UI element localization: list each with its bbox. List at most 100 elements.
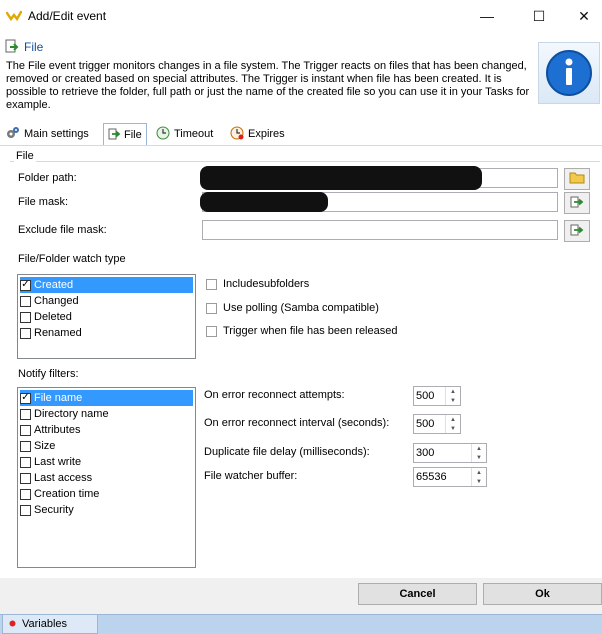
checkbox[interactable] xyxy=(20,488,31,500)
checkbox[interactable] xyxy=(20,456,31,468)
checkbox[interactable] xyxy=(20,295,31,307)
duplicate-delay-stepper[interactable]: 300 ▲ ▼ xyxy=(413,443,487,463)
insert-variable-button[interactable] xyxy=(564,192,590,214)
watch-type-label: File/Folder watch type xyxy=(18,253,126,265)
checkbox[interactable] xyxy=(20,311,31,323)
checkbox[interactable] xyxy=(206,302,217,314)
checkbox[interactable] xyxy=(20,440,31,452)
ok-button[interactable]: Ok xyxy=(483,583,602,605)
trigger-released-option[interactable]: Trigger when file has been released xyxy=(206,325,397,337)
stepper-up-icon[interactable]: ▲ xyxy=(446,415,460,424)
checkbox-checked[interactable]: ✓ xyxy=(20,279,31,291)
stepper-up-icon[interactable]: ▲ xyxy=(446,387,460,396)
exclude-mask-label: Exclude file mask: xyxy=(18,224,107,236)
redacted-value xyxy=(200,166,482,190)
folder-icon xyxy=(569,171,585,187)
tab-label: Expires xyxy=(248,128,285,140)
arrow-icon xyxy=(570,196,584,211)
tab-expires[interactable]: Expires xyxy=(230,124,285,144)
notify-filters-list[interactable]: ✓ File name Directory name Attributes Si… xyxy=(17,387,196,568)
gears-icon xyxy=(6,126,20,143)
duplicate-delay-label: Duplicate file delay (milliseconds): xyxy=(204,446,370,458)
red-dot-icon xyxy=(9,618,16,630)
checkbox[interactable] xyxy=(20,504,31,516)
watch-type-list[interactable]: ✓ Created Changed Deleted Renamed xyxy=(17,274,196,359)
minimize-button[interactable]: — xyxy=(464,0,510,32)
stepper-value: 65536 xyxy=(416,471,447,483)
list-item-label: Created xyxy=(34,279,74,291)
exclude-mask-input[interactable] xyxy=(202,220,558,240)
stepper-down-icon[interactable]: ▼ xyxy=(446,396,460,405)
group-separator xyxy=(10,161,600,162)
tab-strip-border xyxy=(0,145,602,146)
list-item-label: Renamed xyxy=(34,327,82,339)
checkbox[interactable] xyxy=(20,408,31,420)
checkbox[interactable] xyxy=(20,327,31,339)
buffer-stepper[interactable]: 65536 ▲ ▼ xyxy=(413,467,487,487)
list-item[interactable]: Creation time xyxy=(20,486,193,502)
list-item[interactable]: Renamed xyxy=(20,325,193,341)
clock-stop-icon xyxy=(230,126,244,143)
stepper-up-icon[interactable]: ▲ xyxy=(472,468,486,477)
checkbox[interactable] xyxy=(20,472,31,484)
list-item[interactable]: Attributes xyxy=(20,422,193,438)
list-item[interactable]: Directory name xyxy=(20,406,193,422)
arrow-icon xyxy=(108,128,121,143)
reconnect-interval-label: On error reconnect interval (seconds): xyxy=(204,417,390,429)
list-item-label: Directory name xyxy=(34,408,109,420)
list-item-label: Attributes xyxy=(34,424,81,436)
reconnect-interval-stepper[interactable]: 500 ▲ ▼ xyxy=(413,414,461,434)
reconnect-attempts-stepper[interactable]: 500 ▲ ▼ xyxy=(413,386,461,406)
tab-label: Main settings xyxy=(24,128,89,140)
file-arrow-icon xyxy=(5,39,19,53)
option-label: Use polling (Samba compatible) xyxy=(223,302,379,314)
redacted-value xyxy=(200,192,328,212)
list-item[interactable]: Size xyxy=(20,438,193,454)
checkbox[interactable] xyxy=(206,278,217,290)
clock-icon xyxy=(156,126,170,143)
insert-variable-button[interactable] xyxy=(564,220,590,242)
list-item-label: Security xyxy=(34,504,74,516)
list-item[interactable]: Last write xyxy=(20,454,193,470)
tab-file[interactable]: File xyxy=(103,123,147,146)
list-item[interactable]: ✓ File name xyxy=(20,390,193,406)
tab-label: File xyxy=(124,129,142,141)
list-item-label: Last access xyxy=(34,472,93,484)
header-description: The File event trigger monitors changes … xyxy=(6,60,530,111)
stepper-value: 500 xyxy=(416,418,435,430)
maximize-button[interactable]: ☐ xyxy=(516,0,562,32)
tab-main-settings[interactable]: Main settings xyxy=(6,124,89,144)
list-item-label: File name xyxy=(34,392,83,404)
variables-label: Variables xyxy=(22,618,68,630)
include-subfolders-option[interactable]: Includesubfolders xyxy=(206,278,309,290)
tab-timeout[interactable]: Timeout xyxy=(156,124,213,144)
buffer-label: File watcher buffer: xyxy=(204,470,298,482)
stepper-down-icon[interactable]: ▼ xyxy=(472,477,486,486)
stepper-down-icon[interactable]: ▼ xyxy=(446,424,460,433)
list-item-label: Size xyxy=(34,440,56,452)
group-label-file: File xyxy=(14,150,36,162)
variables-button[interactable]: Variables xyxy=(2,614,98,634)
browse-folder-button[interactable] xyxy=(564,168,590,190)
checkbox[interactable] xyxy=(206,325,217,337)
close-button[interactable]: ✕ xyxy=(561,0,602,32)
header-title: File xyxy=(24,40,44,54)
stepper-value: 300 xyxy=(416,447,435,459)
option-label: Includesubfolders xyxy=(223,278,310,290)
cancel-button[interactable]: Cancel xyxy=(358,583,477,605)
list-item[interactable]: Security xyxy=(20,502,193,518)
list-item[interactable]: ✓ Created xyxy=(20,277,193,293)
tab-label: Timeout xyxy=(174,128,214,140)
folder-path-label: Folder path: xyxy=(18,172,77,184)
stepper-down-icon[interactable]: ▼ xyxy=(472,453,486,462)
list-item[interactable]: Deleted xyxy=(20,309,193,325)
checkbox-checked[interactable]: ✓ xyxy=(20,392,31,404)
info-icon xyxy=(538,42,600,104)
stepper-up-icon[interactable]: ▲ xyxy=(472,444,486,453)
list-item[interactable]: Last access xyxy=(20,470,193,486)
list-item[interactable]: Changed xyxy=(20,293,193,309)
option-label: Trigger when file has been released xyxy=(223,325,398,337)
use-polling-option[interactable]: Use polling (Samba compatible) xyxy=(206,302,379,314)
checkbox[interactable] xyxy=(20,424,31,436)
list-item-label: Changed xyxy=(34,295,79,307)
